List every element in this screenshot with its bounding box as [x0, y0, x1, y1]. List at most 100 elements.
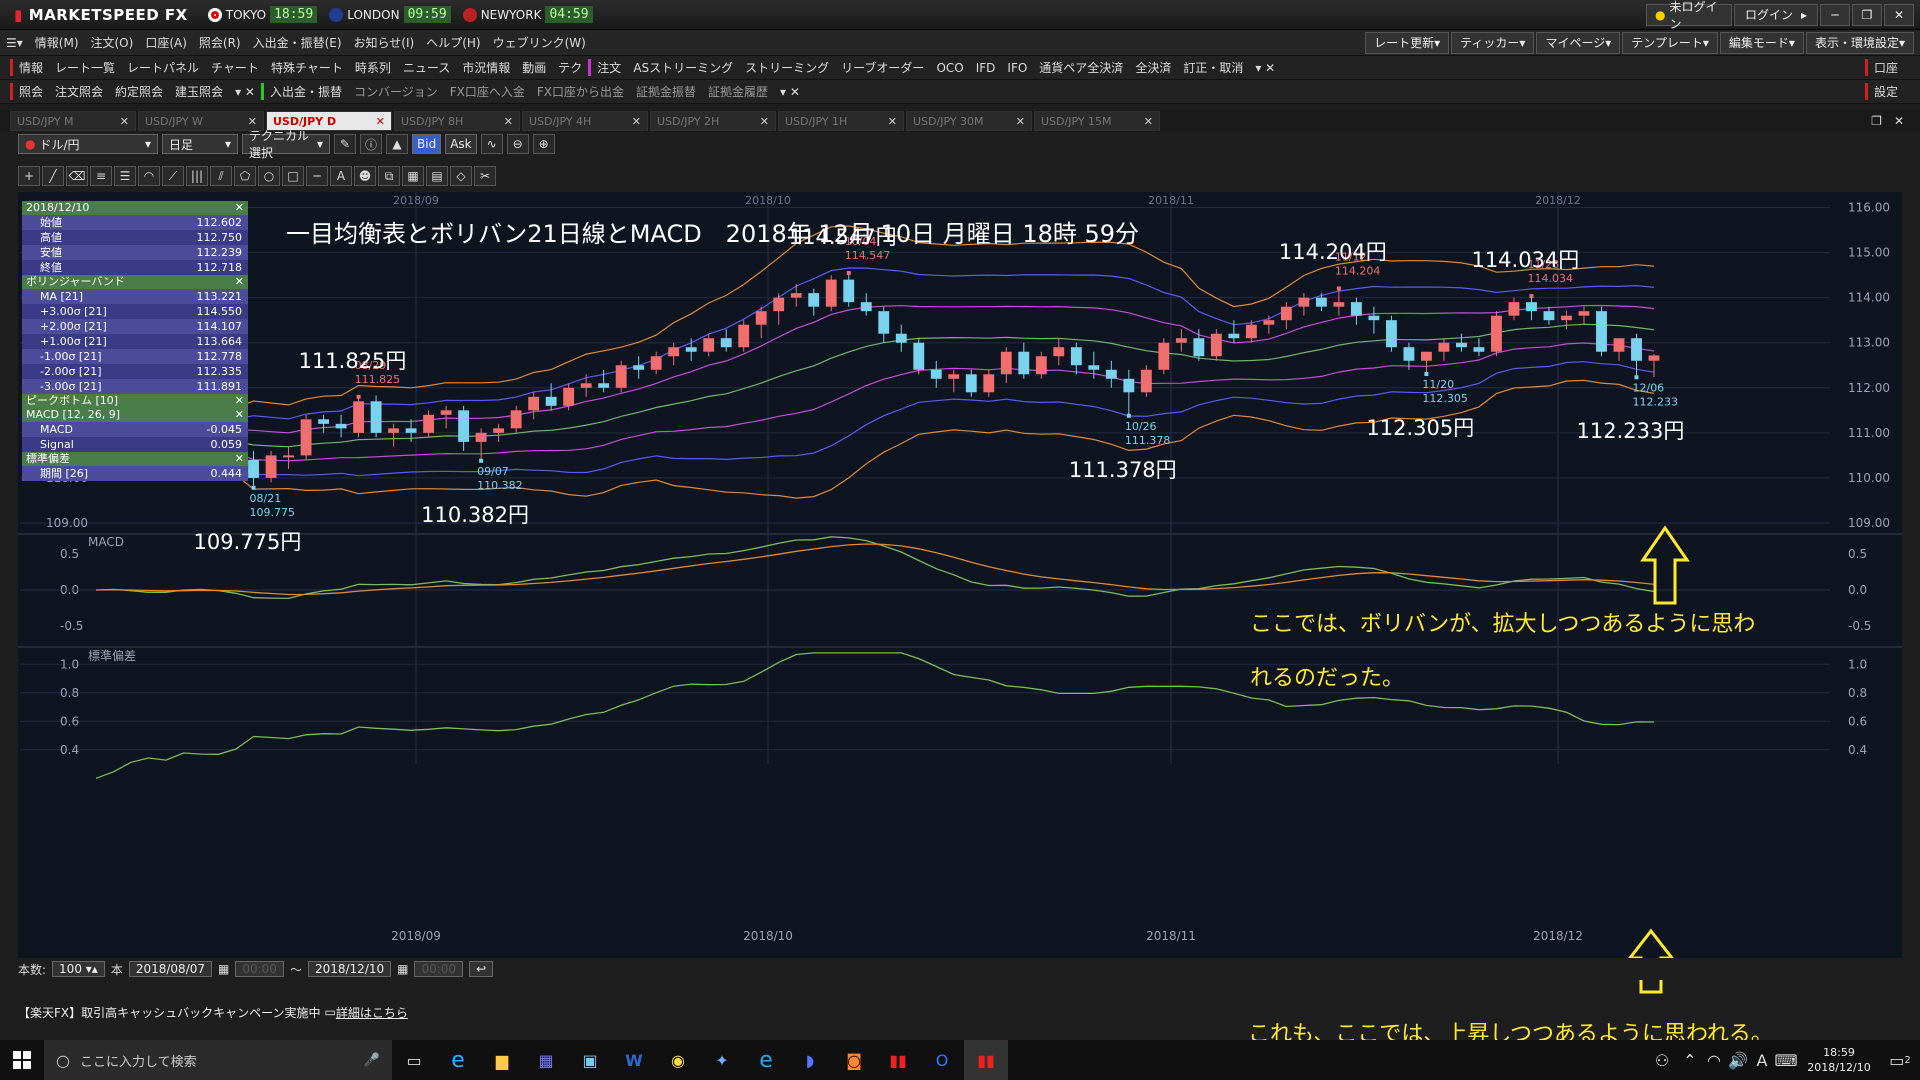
- tb-pair-settle[interactable]: 通貨ペア全決済: [1033, 59, 1129, 76]
- copy-icon[interactable]: ⧉: [378, 166, 400, 186]
- tray-chevron-icon[interactable]: ⌃: [1678, 1040, 1702, 1080]
- vlines-icon[interactable]: |||: [186, 166, 208, 186]
- from-date[interactable]: 2018/08/07: [128, 961, 213, 977]
- icon-stamp-icon[interactable]: ☻: [354, 166, 376, 186]
- close-icon[interactable]: ✕: [632, 115, 641, 128]
- wifi-icon[interactable]: ◠: [1702, 1040, 1726, 1080]
- period-select[interactable]: 日足 ▾: [162, 134, 238, 154]
- tb-account[interactable]: 口座: [1864, 59, 1904, 76]
- fibo-arc-icon[interactable]: ◠: [138, 166, 160, 186]
- tab-usdjpy-1h[interactable]: USD/JPY 1H ✕: [778, 111, 904, 131]
- line-icon[interactable]: ─: [306, 166, 328, 186]
- app-orange-icon[interactable]: ◙: [832, 1040, 876, 1080]
- hline-icon[interactable]: ≡: [90, 166, 112, 186]
- menu-deposit[interactable]: 入出金・振替(E): [247, 34, 348, 51]
- tb-timeseries[interactable]: 時系列: [349, 59, 397, 76]
- indicator-icon[interactable]: ∿: [480, 134, 503, 154]
- eraser-all-icon[interactable]: ◇: [450, 166, 472, 186]
- menu-account[interactable]: 口座(A): [139, 34, 193, 51]
- close-icon[interactable]: ✕: [760, 115, 769, 128]
- bid-button[interactable]: Bid: [412, 134, 442, 154]
- crosshair-icon[interactable]: +: [18, 166, 40, 186]
- calendar-icon-2[interactable]: ▦: [397, 962, 408, 976]
- refresh-icon[interactable]: ↩: [469, 961, 494, 977]
- marketspeed-icon[interactable]: ▮▮: [876, 1040, 920, 1080]
- people-icon[interactable]: ⚇: [1646, 1040, 1678, 1080]
- tab-usdjpy-30m[interactable]: USD/JPY 30M ✕: [906, 111, 1032, 131]
- tab-usdjpy-m[interactable]: USD/JPY M ✕: [10, 111, 136, 131]
- tb-special-chart[interactable]: 特殊チャート: [265, 59, 349, 76]
- zoom-out-icon[interactable]: ⊖: [506, 134, 529, 154]
- tb-oco[interactable]: OCO: [930, 61, 969, 75]
- tab-usdjpy-w[interactable]: USD/JPY W ✕: [138, 111, 264, 131]
- tb-exec-inquiry[interactable]: 約定照会: [109, 83, 169, 100]
- mic-icon[interactable]: 🎤: [364, 1053, 380, 1068]
- calculator-icon[interactable]: ▦: [524, 1040, 568, 1080]
- tb-video[interactable]: 動画: [516, 59, 552, 76]
- layers-icon[interactable]: ▦: [402, 166, 424, 186]
- tb-inquiry[interactable]: 照会: [10, 83, 49, 100]
- info-icon[interactable]: ⓘ: [360, 134, 382, 154]
- tb-market-info[interactable]: 市況情報: [456, 59, 516, 76]
- tb-dropdown-icon-3[interactable]: ▾ ✕: [774, 85, 806, 99]
- tb-deposit[interactable]: 入出金・振替: [260, 83, 348, 100]
- keyboard-icon[interactable]: ⌨: [1774, 1040, 1798, 1080]
- marketspeed-fx-icon[interactable]: ▮▮: [964, 1040, 1008, 1080]
- outlook-icon[interactable]: O: [920, 1040, 964, 1080]
- chart-area[interactable]: 2018/09 2018/09 2018/10 2018/10 2018/11 2018/…: [18, 192, 1902, 958]
- tb-fx-in[interactable]: FX口座へ入金: [444, 83, 531, 100]
- pitchfork-icon[interactable]: ⫽: [210, 166, 232, 186]
- close-icon[interactable]: ✕: [235, 275, 244, 289]
- tab-usdjpy-4h[interactable]: USD/JPY 4H ✕: [522, 111, 648, 131]
- tb-dropdown-icon[interactable]: ▾ ✕: [1249, 61, 1281, 75]
- tb-rate-panel[interactable]: レートパネル: [121, 59, 205, 76]
- menu-order[interactable]: 注文(O): [85, 34, 140, 51]
- tb-margin-history[interactable]: 証拠金履歴: [702, 83, 774, 100]
- menu-hamburger-icon[interactable]: ☰▾: [0, 36, 29, 50]
- menu-inquiry[interactable]: 照会(R): [193, 34, 247, 51]
- price-chart-svg[interactable]: 2018/09 2018/09 2018/10 2018/10 2018/11 2018/…: [18, 192, 1902, 958]
- close-icon[interactable]: ✕: [235, 452, 244, 466]
- ask-button[interactable]: Ask: [445, 134, 477, 154]
- tb-chart[interactable]: チャート: [205, 59, 265, 76]
- file-explorer-icon[interactable]: ▆: [480, 1040, 524, 1080]
- tab-usdjpy-2h[interactable]: USD/JPY 2H ✕: [650, 111, 776, 131]
- menu-help[interactable]: ヘルプ(H): [420, 34, 486, 51]
- tb-streaming[interactable]: ストリーミング: [739, 59, 835, 76]
- taskbar-search[interactable]: ○ ここに入力して検索 🎤: [44, 1040, 392, 1080]
- count-input[interactable]: 100 ▾▴: [52, 961, 105, 977]
- tb-ifo[interactable]: IFO: [1001, 61, 1033, 75]
- tb-order-inquiry[interactable]: 注文照会: [49, 83, 109, 100]
- tb-position-inquiry[interactable]: 建玉照会: [169, 83, 229, 100]
- text-icon[interactable]: A: [330, 166, 352, 186]
- restore-panel-icon[interactable]: ❐: [1865, 114, 1888, 128]
- close-icon[interactable]: ✕: [504, 115, 513, 128]
- menu-notice[interactable]: お知らせ(I): [348, 34, 421, 51]
- close-icon[interactable]: ✕: [235, 201, 244, 215]
- close-button[interactable]: ✕: [1884, 3, 1914, 26]
- close-icon[interactable]: ✕: [235, 408, 244, 422]
- close-icon[interactable]: ✕: [235, 394, 244, 408]
- tb-order[interactable]: 注文: [588, 59, 627, 76]
- edge-legacy-icon[interactable]: e: [436, 1040, 480, 1080]
- edge-icon[interactable]: e: [744, 1040, 788, 1080]
- tech-select[interactable]: テクニカル選択 ▾: [242, 129, 330, 160]
- tb-ifd[interactable]: IFD: [970, 61, 1002, 75]
- tb-correct-cancel[interactable]: 訂正・取消: [1177, 59, 1249, 76]
- app-icon[interactable]: ◗: [788, 1040, 832, 1080]
- tb-news[interactable]: ニュース: [397, 59, 456, 76]
- channel-icon[interactable]: ☰: [114, 166, 136, 186]
- tb-fx-out[interactable]: FX口座から出金: [531, 83, 630, 100]
- tb-rate-list[interactable]: レート一覧: [49, 59, 121, 76]
- fan-icon[interactable]: ⟋: [162, 166, 184, 186]
- mypage-button[interactable]: マイページ ▾: [1536, 31, 1621, 54]
- tb-conversion[interactable]: コンバージョン: [348, 83, 444, 100]
- ime-icon[interactable]: A: [1750, 1040, 1774, 1080]
- calendar-icon[interactable]: ▦: [218, 962, 229, 976]
- from-time[interactable]: 00:00: [235, 961, 284, 977]
- to-time[interactable]: 00:00: [414, 961, 464, 977]
- close-panel-icon[interactable]: ✕: [1888, 114, 1910, 128]
- tab-usdjpy-15m[interactable]: USD/JPY 15M ✕: [1034, 111, 1160, 131]
- tb-tech[interactable]: テク: [552, 59, 588, 76]
- circle-icon[interactable]: ○: [258, 166, 280, 186]
